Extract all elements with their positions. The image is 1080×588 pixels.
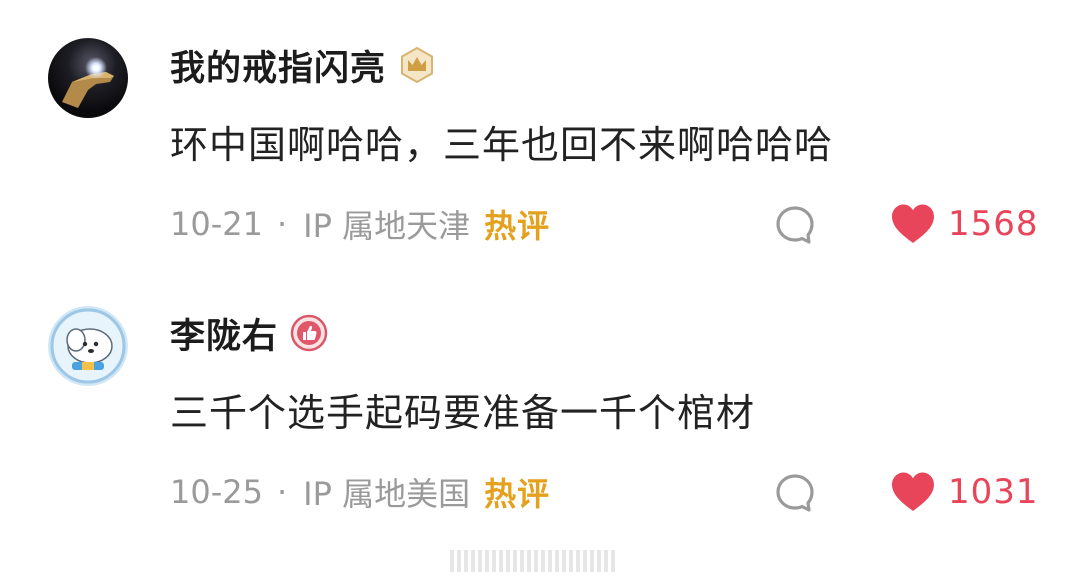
- thumbs-up-badge-icon: [290, 314, 328, 352]
- comment-date: 10-25: [170, 473, 263, 511]
- hot-comment-tag: 热评: [484, 475, 551, 513]
- crown-badge-icon: [401, 46, 434, 84]
- comment-list: 我的戒指闪亮 环中国啊哈哈，三年也回不来啊哈哈哈 10-21 · IP 属地天津…: [0, 0, 1080, 588]
- meta-separator: ·: [276, 473, 288, 511]
- like-count: 1568: [948, 204, 1039, 244]
- like-button[interactable]: 1568: [890, 200, 1039, 248]
- hot-comment-tag: 热评: [484, 207, 551, 245]
- avatar[interactable]: [48, 306, 128, 386]
- heart-icon: [892, 204, 934, 243]
- username[interactable]: 李陇右: [170, 308, 278, 359]
- like-count: 1031: [948, 472, 1039, 512]
- comment-text: 环中国啊哈哈，三年也回不来啊哈哈哈: [170, 123, 834, 167]
- avatar[interactable]: [48, 38, 128, 118]
- ip-location: IP 属地美国: [303, 475, 471, 513]
- reply-icon[interactable]: [774, 204, 816, 246]
- comment-date: 10-21: [170, 205, 263, 243]
- like-button[interactable]: 1031: [890, 468, 1039, 516]
- comment-item: 李陇右 三千个选手起码要准备一千个棺材 10-25 · IP 属地美国 热评 1…: [0, 288, 1080, 558]
- comment-item: 我的戒指闪亮 环中国啊哈哈，三年也回不来啊哈哈哈 10-21 · IP 属地天津…: [0, 20, 1080, 290]
- comment-meta: 10-25 · IP 属地美国 热评: [170, 470, 550, 514]
- heart-icon: [892, 472, 934, 511]
- meta-separator: ·: [276, 205, 288, 243]
- reply-icon[interactable]: [774, 472, 816, 514]
- comment-text: 三千个选手起码要准备一千个棺材: [170, 391, 756, 435]
- watermark: [450, 546, 630, 576]
- comment-meta: 10-21 · IP 属地天津 热评: [170, 202, 550, 246]
- username[interactable]: 我的戒指闪亮: [170, 40, 386, 91]
- ip-location: IP 属地天津: [303, 207, 471, 245]
